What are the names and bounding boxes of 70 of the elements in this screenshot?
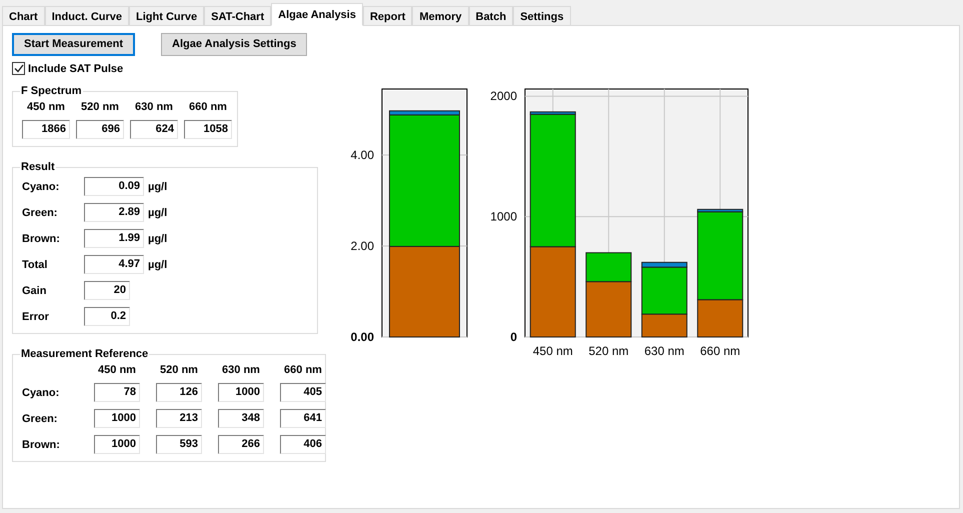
value-field[interactable]: 1058 [184,120,232,139]
tab[interactable]: Induct. Curve [44,6,130,26]
value-field[interactable]: 406 [280,435,326,454]
row-label: Green: [22,206,58,218]
axis-tick-label: 0.00 [350,330,374,344]
group-title: Measurement Reference [20,348,150,360]
value-field[interactable]: 213 [156,409,202,428]
value-field[interactable]: 1.99 [84,229,144,248]
value-field[interactable]: 2.89 [84,203,144,222]
value-field[interactable]: 696 [76,120,124,139]
row-label: Total [22,258,48,270]
column-header: 630 nm [221,364,261,376]
value-field[interactable]: 348 [218,409,264,428]
column-header: 660 nm [283,364,323,376]
value-field[interactable]: 20 [84,281,130,300]
row-label: Gain [22,284,48,296]
value-field[interactable]: 593 [156,435,202,454]
value-field[interactable]: 266 [218,435,264,454]
action-button[interactable]: Algae Analysis Settings [161,33,308,56]
value-field[interactable]: 78 [94,383,140,402]
value-field[interactable]: 405 [280,383,326,402]
axis-category-label: 660 nm [700,344,740,358]
value-field[interactable]: 4.97 [84,255,144,274]
axis-category-label: 520 nm [588,344,629,358]
row-label: Brown: [22,232,61,244]
unit-label: µg/l [148,258,168,270]
value-field[interactable]: 1866 [22,120,70,139]
value-field[interactable]: 624 [130,120,178,139]
axis-tick-label: 0 [510,330,517,344]
tab[interactable]: Memory [412,6,469,26]
value-field[interactable]: 641 [280,409,326,428]
tab[interactable]: Light Curve [129,6,204,26]
value-field[interactable]: 1000 [94,435,140,454]
column-header: 450 nm [97,364,137,376]
tab[interactable]: Batch [468,6,514,26]
value-field[interactable]: 0.2 [84,307,130,326]
axis-tick-label: 2000 [490,89,517,104]
tab[interactable]: Report [362,6,412,26]
unit-label: µg/l [148,180,168,192]
checkbox[interactable] [12,62,25,75]
action-button[interactable]: Start Measurement [12,33,136,56]
row-label: Brown: [22,438,61,450]
axis-category-label: 630 nm [644,344,684,358]
axis-tick-label: 1000 [490,210,517,224]
unit-label: µg/l [148,232,168,244]
row-label: Error [22,310,50,322]
column-header: 520 nm [159,364,199,376]
row-label: Green: [22,412,58,424]
tab[interactable]: Chart [2,6,45,26]
row-label: Cyano: [22,180,60,192]
value-field[interactable]: 0.09 [84,177,144,196]
axis-category-label: 450 nm [532,344,573,358]
unit-label: µg/l [148,206,168,218]
axis-tick-label: 4.00 [350,148,374,162]
tab[interactable]: Algae Analysis [271,3,363,26]
column-header: 630 nm [134,101,174,113]
tab[interactable]: Settings [513,6,571,26]
column-header: 520 nm [80,101,120,113]
tab[interactable]: SAT-Chart [204,6,272,26]
value-field[interactable]: 1000 [94,409,140,428]
value-field[interactable]: 126 [156,383,202,402]
group-title: F Spectrum [20,85,83,97]
row-label: Cyano: [22,386,60,398]
group-title: Result [20,161,56,173]
column-header: 450 nm [26,101,66,113]
value-field[interactable]: 1000 [218,383,264,402]
checkbox-label: Include SAT Pulse [28,62,124,74]
axis-tick-label: 2.00 [350,239,374,253]
column-header: 660 nm [188,101,228,113]
check-icon [14,64,24,73]
